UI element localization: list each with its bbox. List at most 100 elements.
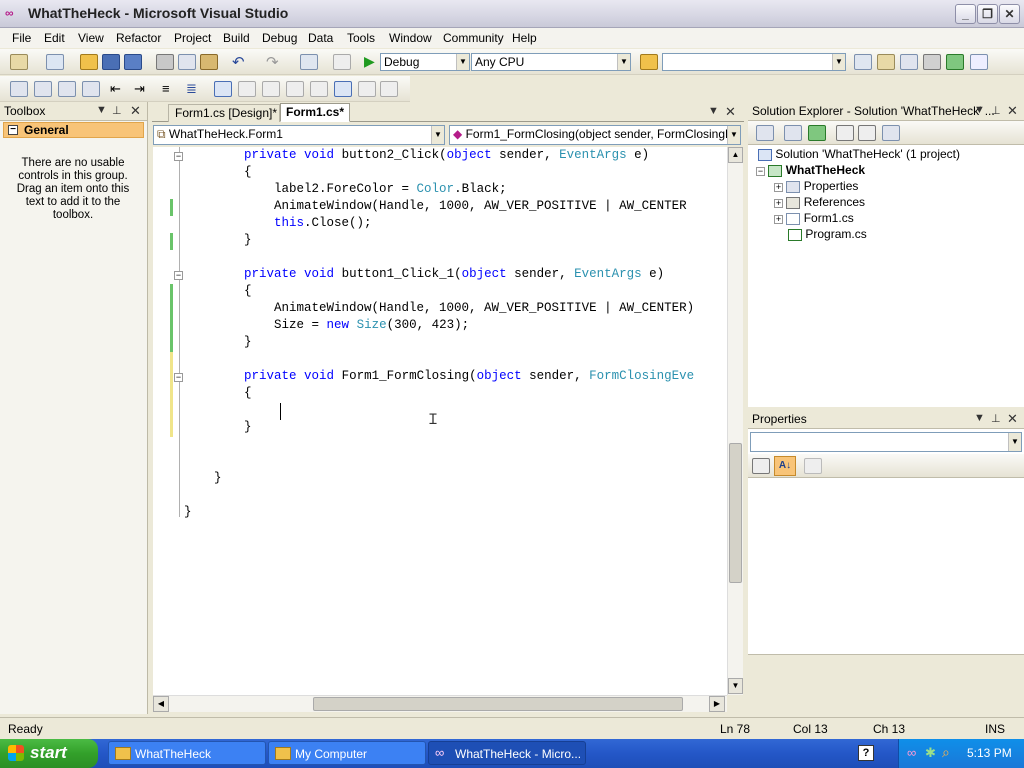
menu-debug[interactable]: Debug	[258, 30, 301, 46]
menu-help[interactable]: Help	[508, 30, 541, 46]
start-button[interactable]: start	[0, 739, 98, 768]
decrease-indent-icon[interactable]: ⇤	[110, 81, 121, 97]
increase-indent-icon[interactable]: ⇥	[134, 81, 145, 97]
view-code-icon[interactable]	[836, 125, 854, 141]
auto-hide-pin-icon[interactable]: ⊥	[112, 104, 122, 117]
bookmark-window-icon[interactable]	[358, 81, 376, 97]
menu-build[interactable]: Build	[219, 30, 254, 46]
tree-item-form1[interactable]: + Form1.cs	[774, 211, 854, 225]
previous-bookmark-icon[interactable]	[238, 81, 256, 97]
code-editor[interactable]: − − − private void button2_Click(object …	[153, 147, 727, 695]
visual-studio-tray-icon[interactable]: ∞	[907, 745, 916, 760]
menu-tools[interactable]: Tools	[343, 30, 379, 46]
menu-refactor[interactable]: Refactor	[112, 30, 165, 46]
start-debugging-icon[interactable]: ▶	[364, 53, 375, 70]
tree-item-references[interactable]: + References	[774, 195, 865, 209]
parameter-info-icon[interactable]	[34, 81, 52, 97]
collapse-icon[interactable]: −	[174, 271, 183, 280]
menu-window[interactable]: Window	[385, 30, 436, 46]
close-icon[interactable]: ✕	[1007, 411, 1018, 427]
close-button[interactable]: ✕	[999, 4, 1020, 24]
solution-explorer-icon[interactable]	[854, 54, 872, 70]
toolbox-group-general[interactable]: − General	[3, 122, 144, 138]
close-icon[interactable]: ✕	[725, 104, 736, 120]
navigate-backward-icon[interactable]	[300, 54, 318, 70]
network-icon[interactable]: ✱	[925, 745, 936, 761]
collapse-icon[interactable]: −	[174, 152, 183, 161]
view-class-diagram-icon[interactable]	[882, 125, 900, 141]
next-bookmark-in-folder-icon[interactable]	[310, 81, 328, 97]
window-position-icon[interactable]: ▼	[974, 104, 985, 116]
scroll-left-icon[interactable]: ◀	[153, 696, 169, 712]
object-select[interactable]: ▼	[750, 432, 1022, 452]
menu-edit[interactable]: Edit	[40, 30, 69, 46]
find-in-files-icon[interactable]	[640, 54, 658, 70]
clock[interactable]: 5:13 PM	[967, 746, 1012, 760]
menu-view[interactable]: View	[74, 30, 108, 46]
next-bookmark-icon[interactable]	[262, 81, 280, 97]
display-object-member-list-icon[interactable]	[10, 81, 28, 97]
tree-item-program[interactable]: Program.cs	[788, 227, 867, 241]
save-icon[interactable]	[102, 54, 120, 70]
menu-community[interactable]: Community	[439, 30, 508, 46]
show-all-files-icon[interactable]	[784, 125, 802, 141]
menu-file[interactable]: File	[8, 30, 35, 46]
expand-icon[interactable]: +	[774, 183, 783, 192]
comment-lines-icon[interactable]: ≡	[162, 81, 170, 96]
start-page-icon[interactable]	[946, 54, 964, 70]
alphabetical-icon[interactable]: A↓	[774, 456, 796, 476]
cut-icon[interactable]	[156, 54, 174, 70]
previous-bookmark-in-folder-icon[interactable]	[286, 81, 304, 97]
paste-icon[interactable]	[200, 54, 218, 70]
scroll-right-icon[interactable]: ▶	[709, 696, 725, 712]
close-icon[interactable]: ✕	[1007, 103, 1018, 119]
uncomment-lines-icon[interactable]: ≣	[186, 81, 197, 97]
undo-icon[interactable]: ↶	[232, 53, 245, 71]
toggle-bookmark-icon[interactable]	[214, 81, 232, 97]
search-icon[interactable]: ⌕	[942, 744, 950, 761]
solution-node[interactable]: Solution 'WhatTheHeck' (1 project)	[758, 147, 960, 161]
expand-icon[interactable]: +	[774, 199, 783, 208]
expand-icon[interactable]: +	[774, 215, 783, 224]
tab-form1-design[interactable]: Form1.cs [Design]*	[168, 104, 280, 122]
active-files-icon[interactable]: ▼	[708, 105, 719, 117]
window-position-icon[interactable]: ▼	[974, 412, 985, 424]
auto-hide-pin-icon[interactable]: ⊥	[991, 104, 1001, 117]
properties-window-icon[interactable]	[877, 54, 895, 70]
word-completion-icon[interactable]	[82, 81, 100, 97]
minimize-button[interactable]: _	[955, 4, 976, 24]
scroll-thumb[interactable]	[313, 697, 683, 711]
auto-hide-pin-icon[interactable]: ⊥	[991, 412, 1001, 425]
quick-info-icon[interactable]	[58, 81, 76, 97]
taskbar-button-visual-studio[interactable]: ∞ WhatTheHeck - Micro...	[428, 741, 586, 765]
property-pages-icon[interactable]	[804, 458, 822, 474]
members-dropdown[interactable]: ◆ Form1_FormClosing(object sender, FormC…	[449, 125, 741, 145]
toolbox-empty-message[interactable]: There are no usable controls in this gro…	[14, 157, 132, 222]
tab-form1-code[interactable]: Form1.cs*	[280, 103, 350, 122]
collapse-icon[interactable]: −	[756, 167, 765, 176]
copy-icon[interactable]	[178, 54, 196, 70]
properties-icon[interactable]	[756, 125, 774, 141]
editor-vertical-scrollbar[interactable]: ▲ ▼	[727, 147, 743, 695]
tree-item-properties[interactable]: + Properties	[774, 179, 858, 193]
collapse-icon[interactable]: −	[174, 373, 183, 382]
open-folder-icon[interactable]	[80, 54, 98, 70]
help-icon[interactable]: ?	[858, 745, 874, 761]
clear-bookmarks-icon[interactable]	[334, 81, 352, 97]
scroll-down-icon[interactable]: ▼	[728, 678, 743, 694]
restore-button[interactable]: ❐	[977, 4, 998, 24]
refresh-icon[interactable]	[808, 125, 826, 141]
navigate-forward-icon[interactable]	[333, 54, 351, 70]
close-icon[interactable]: ✕	[130, 103, 141, 119]
save-all-icon[interactable]	[124, 54, 142, 70]
solution-platform-select[interactable]: Any CPU ▼	[471, 53, 631, 71]
new-project-icon[interactable]	[10, 54, 28, 70]
scroll-thumb[interactable]	[729, 443, 742, 583]
solution-configuration-select[interactable]: Debug ▼	[380, 53, 470, 71]
scroll-up-icon[interactable]: ▲	[728, 147, 743, 163]
window-position-icon[interactable]: ▼	[96, 104, 107, 116]
find-combo[interactable]: ▼	[662, 53, 846, 71]
add-item-icon[interactable]	[46, 54, 64, 70]
object-browser-icon[interactable]	[900, 54, 918, 70]
types-dropdown[interactable]: ⧉ WhatTheHeck.Form1 ▼	[153, 125, 445, 145]
